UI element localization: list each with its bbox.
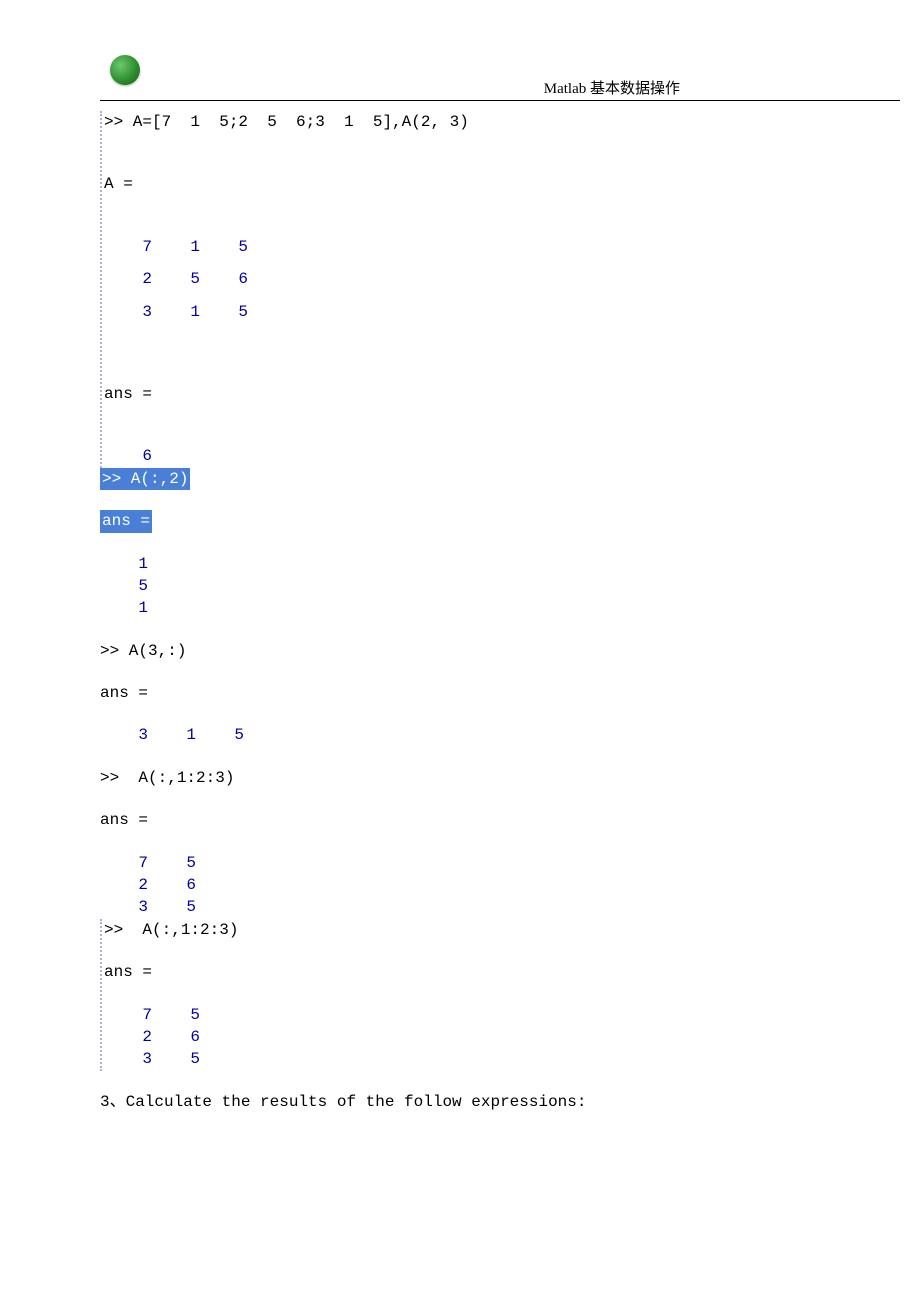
col-val: 5 (100, 575, 900, 597)
ans-label-highlight: ans = (100, 510, 900, 532)
code-block-2: >> A(:,2) ans = 1 5 1 (100, 468, 900, 620)
matrix-row: 26 (104, 1026, 900, 1048)
code-block-1: >> A=[7 1 5;2 5 6;3 1 5],A(2, 3) A = 715… (100, 111, 900, 468)
matrix-row: 35 (100, 896, 900, 918)
cmd-line: >> A(:,1:2:3) (100, 767, 900, 789)
ans-label: ans = (100, 682, 900, 704)
matrix-row: 256 (104, 268, 900, 290)
ans-label: ans = (100, 809, 900, 831)
cmd-line-highlight: >> A(:,2) (100, 468, 900, 490)
matrix-row: 35 (104, 1048, 900, 1070)
cmd-line: >> A(:,1:2:3) (104, 919, 900, 941)
code-block-4: >> A(:,1:2:3) ans = 75 26 35 (100, 767, 900, 919)
logo-icon (110, 55, 140, 85)
page-header: Matlab 基本数据操作 (100, 60, 900, 101)
page-title: Matlab 基本数据操作 (544, 77, 680, 98)
ans-value: 6 (104, 445, 900, 467)
col-val: 1 (100, 553, 900, 575)
section-3-heading: 3、Calculate the results of the follow ex… (100, 1091, 900, 1113)
code-block-5: >> A(:,1:2:3) ans = 75 26 35 (100, 919, 900, 1071)
matrix-row: 26 (100, 874, 900, 896)
row-vec: 315 (100, 724, 900, 746)
document-body: >> A=[7 1 5;2 5 6;3 1 5],A(2, 3) A = 715… (100, 111, 900, 1113)
matrix-row: 715 (104, 236, 900, 258)
cmd-line: >> A(3,:) (100, 640, 900, 662)
matrix-row: 75 (104, 1004, 900, 1026)
ans-label: ans = (104, 961, 900, 983)
col-val: 1 (100, 597, 900, 619)
matrix-row: 75 (100, 852, 900, 874)
ans-label: ans = (104, 383, 900, 405)
cmd-line: >> A=[7 1 5;2 5 6;3 1 5],A(2, 3) (104, 111, 900, 133)
var-label-A: A = (104, 173, 900, 195)
matrix-row: 315 (104, 301, 900, 323)
code-block-3: >> A(3,:) ans = 315 (100, 640, 900, 747)
